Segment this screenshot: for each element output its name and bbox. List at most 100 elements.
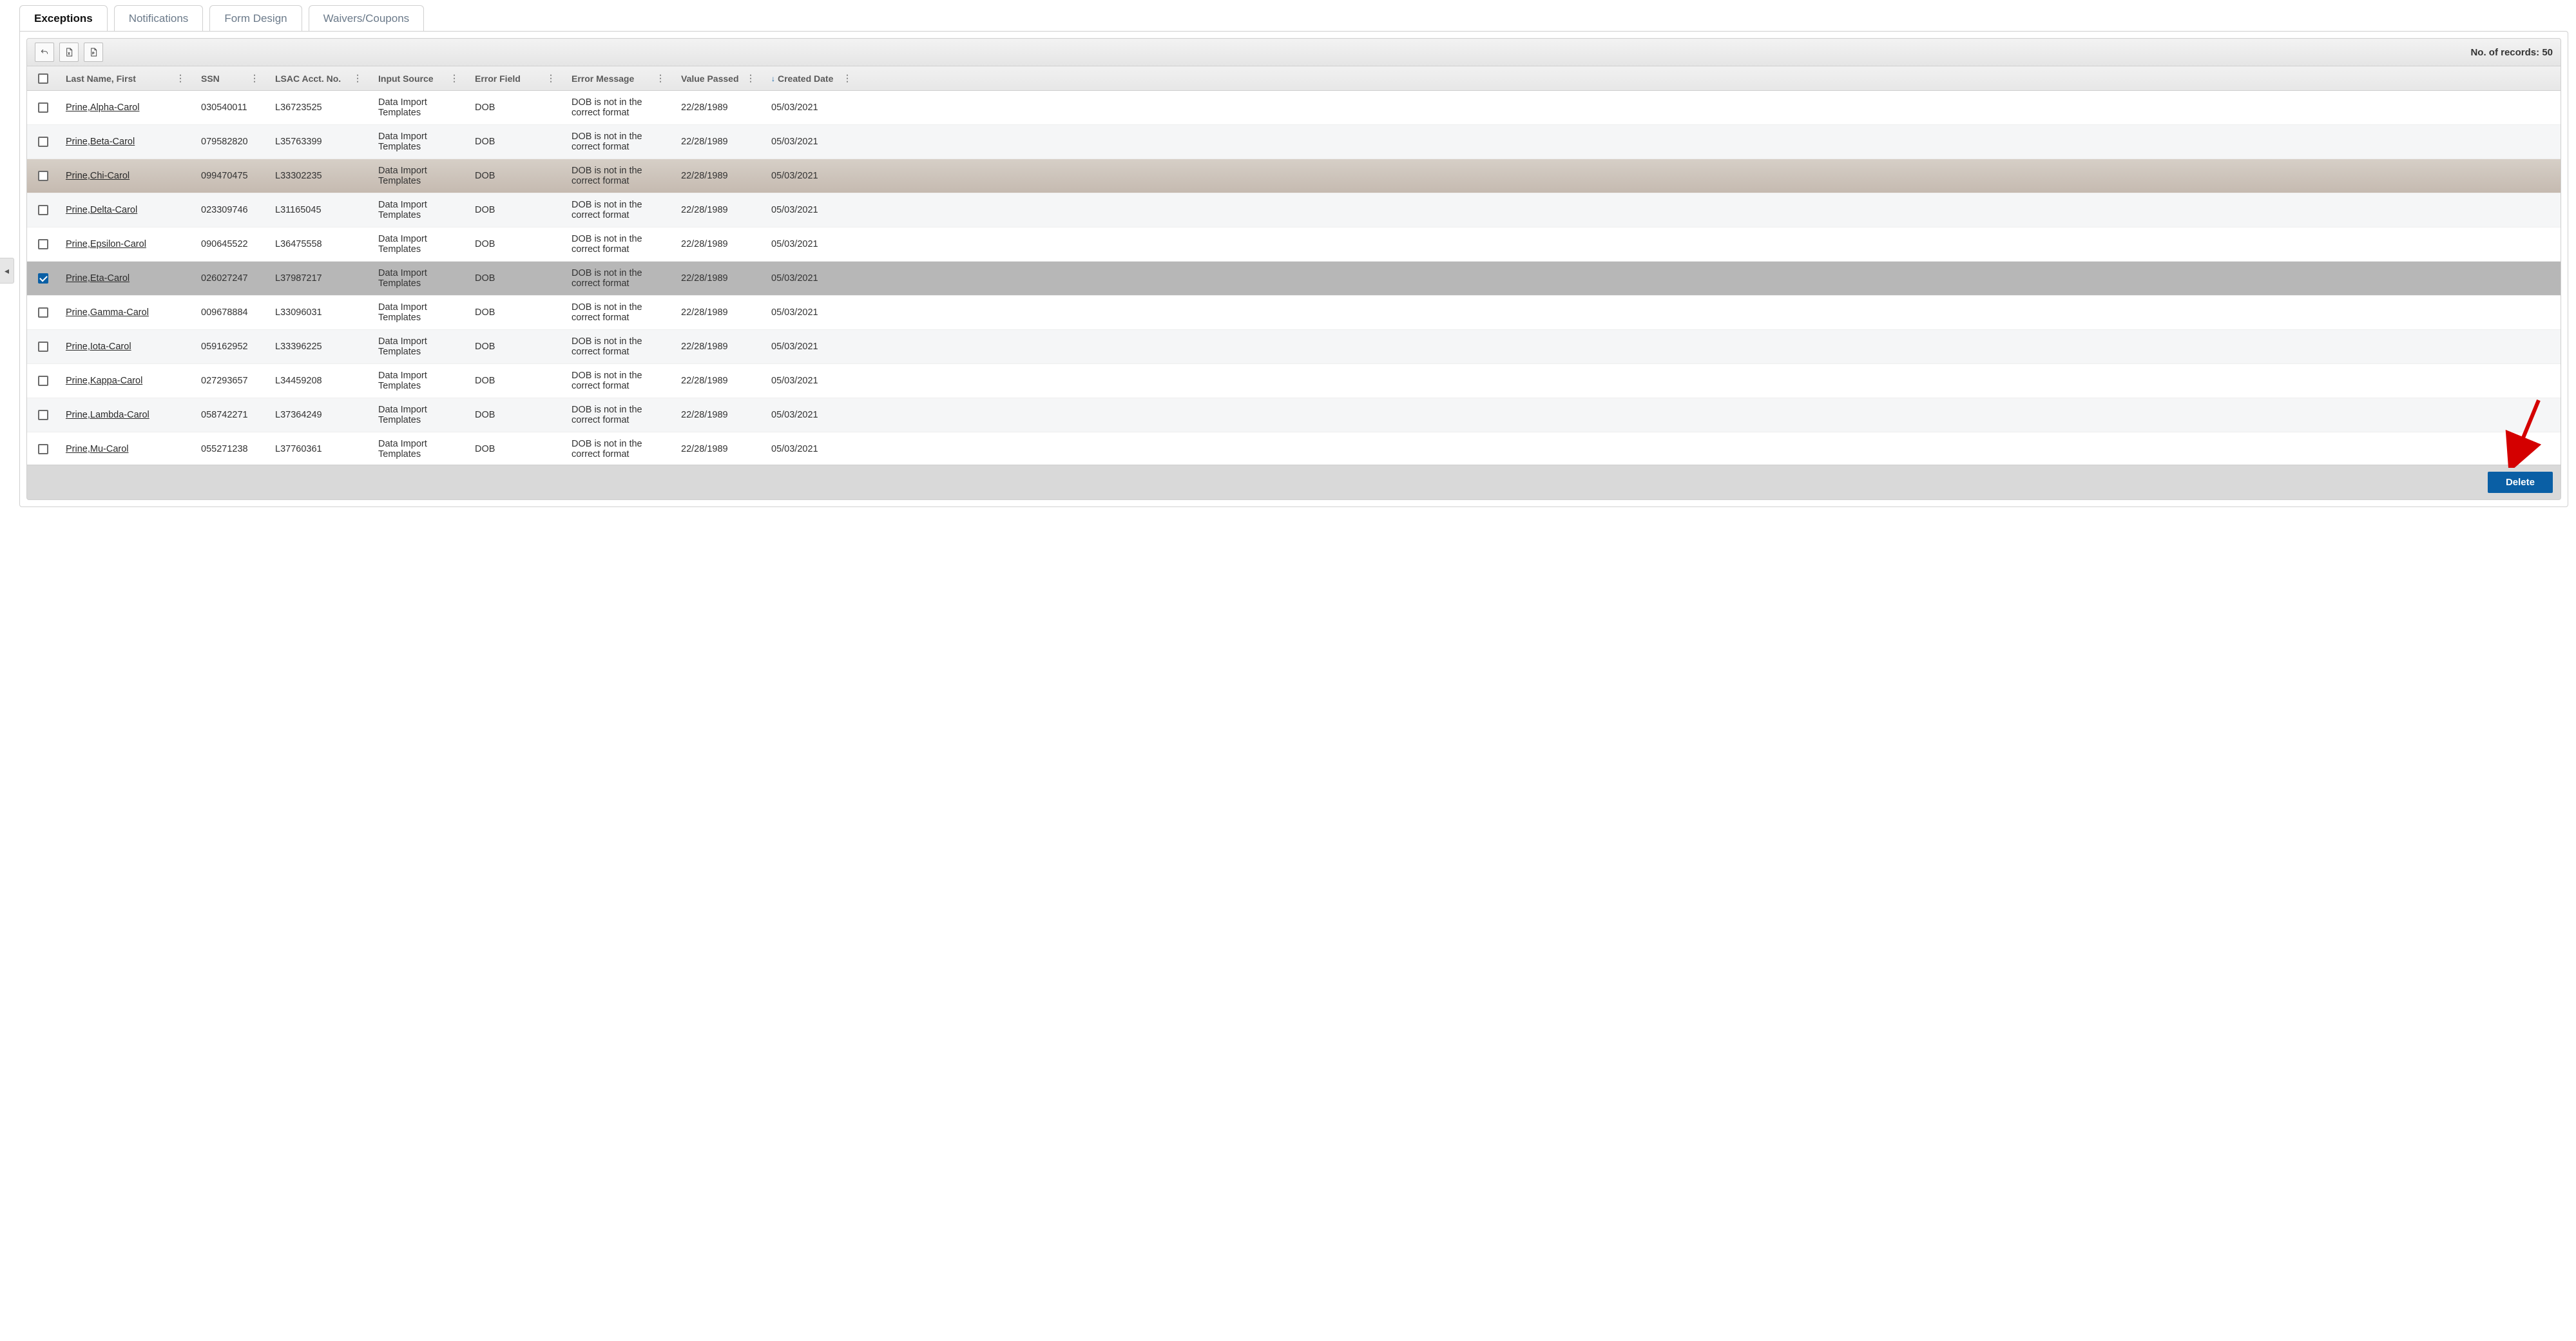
row-checkbox[interactable] (38, 342, 48, 352)
row-checkbox[interactable] (38, 307, 48, 318)
col-created-date[interactable]: ↓ Created Date ⋮ (765, 66, 861, 90)
name-link[interactable]: Prine,Alpha-Carol (66, 102, 139, 113)
select-all-checkbox[interactable] (38, 73, 48, 84)
select-all-header[interactable] (27, 66, 59, 90)
cell-error-field: DOB (468, 262, 565, 295)
cell-value-passed: 22/28/1989 (675, 91, 765, 124)
col-error-message[interactable]: Error Message ⋮ (565, 66, 675, 90)
table-row[interactable]: Prine,Mu-Carol 055271238L37760361Data Imp… (27, 432, 2561, 465)
row-checkbox[interactable] (38, 102, 48, 113)
col-lsac-acct-no[interactable]: LSAC Acct. No. ⋮ (269, 66, 372, 90)
tabs: ExceptionsNotificationsForm Design Waiver… (19, 5, 2568, 32)
name-link[interactable]: Prine,Lambda-Carol (66, 410, 149, 420)
table-row[interactable]: Prine,Chi-Carol099470475L33302235Data Im… (27, 159, 2561, 193)
table-row[interactable]: Prine,Beta-Carol079582820L35763399Data I… (27, 125, 2561, 159)
cell-created-date: 05/03/2021 (765, 227, 861, 261)
cell-error-field: DOB (468, 193, 565, 227)
col-menu-icon[interactable]: ⋮ (744, 73, 758, 84)
cell-ssn: 023309746 (195, 193, 269, 227)
col-menu-icon[interactable]: ⋮ (840, 73, 854, 84)
row-checkbox[interactable] (38, 171, 48, 181)
tab-form-design[interactable]: Form Design (209, 5, 302, 32)
grid-body[interactable]: Prine,Alpha-Carol030540011L36723525Data … (27, 91, 2561, 465)
cell-input-source: Data Import Templates (372, 398, 468, 432)
name-link[interactable]: Prine,Kappa-Carol (66, 376, 142, 386)
file-excel-icon (64, 47, 74, 57)
row-checkbox[interactable] (38, 376, 48, 386)
cell-ssn: 079582820 (195, 125, 269, 159)
name-link[interactable]: Prine,Chi-Carol (66, 171, 130, 181)
name-link[interactable]: Prine,Epsilon-Carol (66, 239, 146, 249)
cell-created-date: 05/03/2021 (765, 364, 861, 398)
col-input-source[interactable]: Input Source ⋮ (372, 66, 468, 90)
undo-icon (39, 47, 50, 57)
row-checkbox[interactable] (38, 137, 48, 147)
name-link[interactable]: Prine,Eta-Carol (66, 273, 130, 284)
name-link[interactable]: Prine,Beta-Carol (66, 137, 135, 147)
cell-ssn: 055271238 (195, 432, 269, 465)
cell-lsac: L31165045 (269, 193, 372, 227)
cell-input-source: Data Import Templates (372, 125, 468, 159)
cell-lsac: L37760361 (269, 432, 372, 465)
refresh-button[interactable] (35, 43, 54, 62)
row-checkbox[interactable] (38, 273, 48, 284)
cell-created-date: 05/03/2021 (765, 432, 861, 465)
cell-error-field: DOB (468, 296, 565, 329)
table-row[interactable]: Prine,Iota-Carol059162952L33396225Data I… (27, 330, 2561, 364)
delete-button[interactable]: Delete (2488, 472, 2553, 493)
table-row[interactable]: Prine,Epsilon-Carol090645522L36475558Dat… (27, 227, 2561, 262)
col-menu-icon[interactable]: ⋮ (653, 73, 668, 84)
cell-input-source: Data Import Templates (372, 296, 468, 329)
export-pdf-button[interactable] (84, 43, 103, 62)
cell-error-field: DOB (468, 227, 565, 261)
record-count-label: No. of records: (2470, 47, 2539, 58)
cell-value-passed: 22/28/1989 (675, 364, 765, 398)
table-row[interactable]: Prine,Eta-Carol026027247L37987217Data Im… (27, 262, 2561, 296)
tab-waivers-coupons[interactable]: Waivers/Coupons (309, 5, 425, 32)
cell-created-date: 05/03/2021 (765, 330, 861, 363)
row-checkbox[interactable] (38, 239, 48, 249)
cell-error-message: DOB is not in the correct format (565, 91, 675, 124)
cell-error-field: DOB (468, 159, 565, 193)
name-link[interactable]: Prine,Gamma-Carol (66, 307, 149, 318)
cell-created-date: 05/03/2021 (765, 262, 861, 295)
col-menu-icon[interactable]: ⋮ (447, 73, 461, 84)
cell-lsac: L36475558 (269, 227, 372, 261)
col-menu-icon[interactable]: ⋮ (173, 73, 187, 84)
table-row[interactable]: Prine,Lambda-Carol058742271L37364249Data… (27, 398, 2561, 432)
cell-created-date: 05/03/2021 (765, 193, 861, 227)
table-row[interactable]: Prine,Delta-Carol023309746L31165045Data … (27, 193, 2561, 227)
col-menu-icon[interactable]: ⋮ (544, 73, 558, 84)
cell-input-source: Data Import Templates (372, 432, 468, 465)
col-value-passed[interactable]: Value Passed ⋮ (675, 66, 765, 90)
export-excel-button[interactable] (59, 43, 79, 62)
col-error-field[interactable]: Error Field ⋮ (468, 66, 565, 90)
table-row[interactable]: Prine,Alpha-Carol030540011L36723525Data … (27, 91, 2561, 125)
table-row[interactable]: Prine,Kappa-Carol027293657L34459208Data … (27, 364, 2561, 398)
cell-created-date: 05/03/2021 (765, 125, 861, 159)
cell-lsac: L34459208 (269, 364, 372, 398)
row-checkbox[interactable] (38, 444, 48, 454)
cell-error-message: DOB is not in the correct format (565, 398, 675, 432)
cell-error-message: DOB is not in the correct format (565, 193, 675, 227)
name-link[interactable]: Prine,Mu-Carol (66, 444, 129, 454)
col-ssn[interactable]: SSN ⋮ (195, 66, 269, 90)
cell-ssn: 099470475 (195, 159, 269, 193)
left-panel-toggle[interactable]: ◂ (0, 258, 14, 284)
name-link[interactable]: Prine,Iota-Carol (66, 342, 131, 352)
col-menu-icon[interactable]: ⋮ (351, 73, 365, 84)
tab-exceptions[interactable]: Exceptions (19, 5, 108, 32)
cell-lsac: L33302235 (269, 159, 372, 193)
col-last-name-first[interactable]: Last Name, First ⋮ (59, 66, 195, 90)
cell-error-field: DOB (468, 364, 565, 398)
chevron-left-icon: ◂ (5, 265, 9, 276)
row-checkbox[interactable] (38, 205, 48, 215)
col-menu-icon[interactable]: ⋮ (247, 73, 262, 84)
grid-header: Last Name, First ⋮ SSN ⋮ LSAC Acct. No. … (27, 66, 2561, 91)
row-checkbox[interactable] (38, 410, 48, 420)
name-link[interactable]: Prine,Delta-Carol (66, 205, 137, 215)
cell-lsac: L37987217 (269, 262, 372, 295)
table-row[interactable]: Prine,Gamma-Carol009678884L33096031Data … (27, 296, 2561, 330)
record-count-value: 50 (2542, 47, 2553, 58)
tab-notifications[interactable]: Notifications (114, 5, 204, 32)
